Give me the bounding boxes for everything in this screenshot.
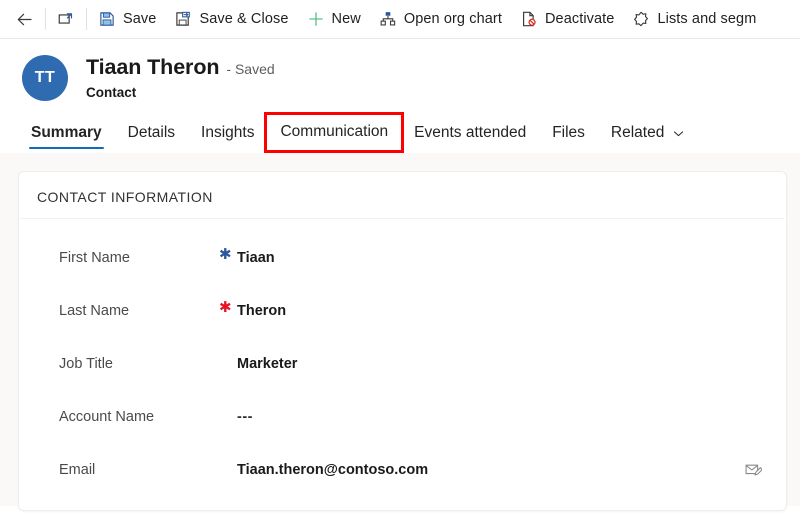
tab-related[interactable]: Related [598,124,698,153]
tab-label: Summary [31,124,102,141]
field-value-job-title[interactable]: Marketer [237,356,762,372]
deactivate-label: Deactivate [544,11,615,27]
avatar: TT [22,55,68,101]
save-and-close-button[interactable]: Save & Close [165,0,297,38]
form-body: CONTACT INFORMATION First Name ✱ Tiaan L… [0,153,800,511]
record-header-text: Tiaan Theron - Saved Contact [86,53,275,100]
record-title-row: Tiaan Theron - Saved [86,55,275,80]
recommended-indicator: ✱ [219,246,232,263]
new-button[interactable]: New [298,0,370,38]
field-label: Last Name [59,302,130,319]
chevron-down-icon [672,127,685,140]
tab-label: Insights [201,124,255,141]
page-title: Tiaan Theron [86,55,220,79]
field-value-last-name[interactable]: Theron [237,303,762,319]
deactivate-icon [520,10,538,28]
tab-communication[interactable]: Communication [264,112,405,153]
tab-label: Files [552,124,585,141]
deactivate-button[interactable]: Deactivate [511,0,624,38]
new-label: New [331,11,361,27]
field-row-last-name: Last Name ✱ Theron [19,284,786,337]
field-label: Job Title [59,355,113,372]
field-value-account-name[interactable]: --- [237,409,762,425]
save-and-close-label: Save & Close [199,11,289,27]
save-status: - Saved [226,61,275,77]
save-button[interactable]: Save [89,0,165,38]
toolbar-separator [45,8,46,30]
email-compose-button[interactable] [744,462,762,478]
field-list: First Name ✱ Tiaan Last Name ✱ Theron Jo… [19,219,786,496]
open-org-chart-label: Open org chart [403,11,502,27]
field-row-email: Email Tiaan.theron@contoso.com [19,443,786,496]
tab-events-attended[interactable]: Events attended [401,124,539,153]
record-entity-type: Contact [86,85,137,100]
required-indicator: ✱ [219,299,232,316]
save-icon [98,10,116,28]
field-label: Email [59,461,96,478]
popout-icon [57,10,75,28]
lists-segments-icon [632,10,650,28]
back-button[interactable] [6,0,43,38]
toolbar-separator [86,8,87,30]
lists-and-segments-button[interactable]: Lists and segm [623,0,765,38]
back-arrow-icon [15,10,34,29]
popout-button[interactable] [48,0,84,38]
field-label: Account Name [59,408,155,425]
plus-icon [307,10,325,28]
save-and-close-icon [174,10,192,28]
tab-files[interactable]: Files [539,124,598,153]
tab-label: Communication [280,123,389,140]
avatar-initials: TT [34,69,56,86]
save-label: Save [123,11,157,27]
field-label: First Name [59,249,130,266]
tab-details[interactable]: Details [115,124,188,153]
email-compose-icon [744,462,762,478]
tab-insights[interactable]: Insights [188,124,267,153]
field-row-account-name: Account Name --- [19,390,786,443]
command-bar: Save Save & Close New Open org chart Dea… [0,0,800,39]
tab-summary[interactable]: Summary [18,124,115,153]
contact-information-card: CONTACT INFORMATION First Name ✱ Tiaan L… [18,171,787,511]
lists-and-segments-label: Lists and segm [657,11,757,27]
tab-label: Events attended [414,124,527,141]
section-title: CONTACT INFORMATION [20,172,785,219]
field-value-email[interactable]: Tiaan.theron@contoso.com [237,462,744,478]
tab-bar: Summary Details Insights Communication E… [0,111,800,153]
tab-label: Details [127,124,176,141]
record-header: TT Tiaan Theron - Saved Contact [0,39,800,111]
org-chart-icon [379,10,397,28]
field-row-first-name: First Name ✱ Tiaan [19,231,786,284]
open-org-chart-button[interactable]: Open org chart [370,0,511,38]
field-row-job-title: Job Title Marketer [19,337,786,390]
field-value-first-name[interactable]: Tiaan [237,250,762,266]
tab-label: Related [610,124,665,141]
